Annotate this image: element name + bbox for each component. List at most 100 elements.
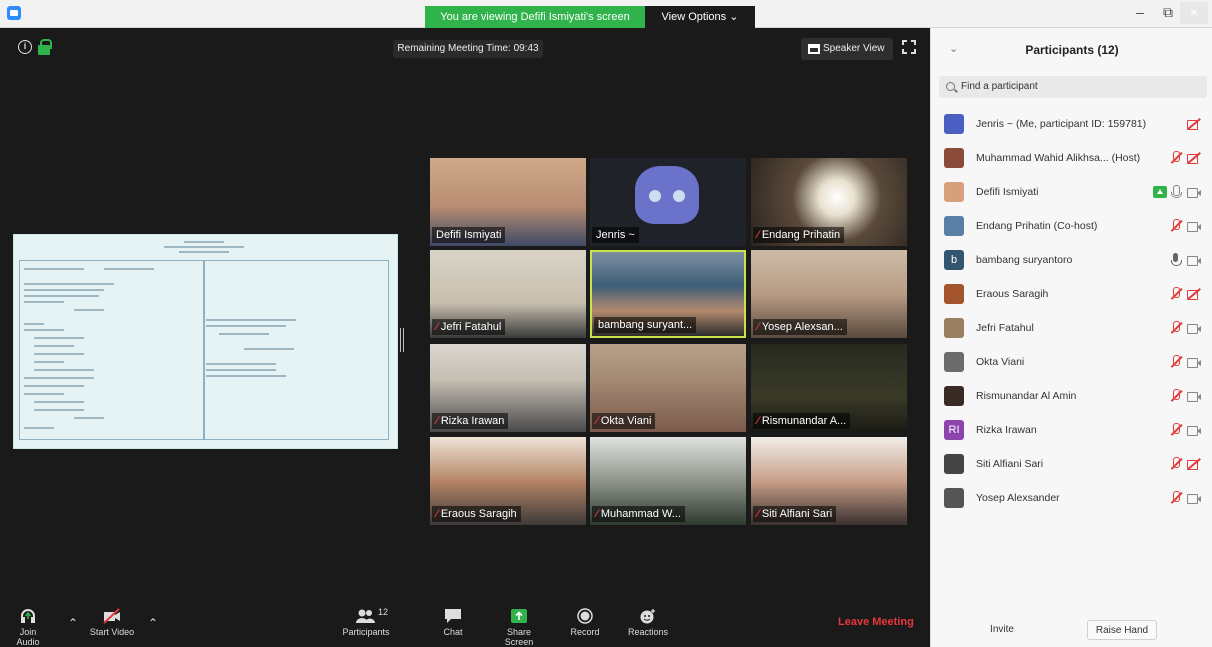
split-divider-handle[interactable] [400,328,404,352]
shared-screen[interactable] [13,234,398,449]
reactions-button[interactable]: Reactions [626,608,670,637]
record-icon [577,608,593,624]
participant-name: Jenris ~ (Me, participant ID: 159781) [976,118,1147,130]
participant-row[interactable]: Jenris ~ (Me, participant ID: 159781) [931,108,1212,142]
meeting-toolbar: Join Audio ⌃ Start Video ⌃ Participants … [0,606,930,647]
fullscreen-icon[interactable] [902,40,916,54]
video-tile[interactable]: Defifi Ismiyati [430,158,586,246]
tile-name-text: Yosep Alexsan... [761,321,843,333]
tile-name-text: Defifi Ismiyati [436,229,502,241]
participants-button[interactable]: Participants 12 [336,607,396,637]
tile-name-text: Jefri Fatahul [440,321,502,333]
minimize-button[interactable]: – [1126,2,1154,24]
meeting-top-bar: i Remaining Meeting Time: 09:43 Speaker … [0,28,930,68]
participants-icon [356,609,375,623]
video-icon [1187,322,1201,334]
tile-name-text: bambang suryant... [598,319,693,331]
participant-name: Defifi Ismiyati [976,186,1039,198]
meeting-area: i Remaining Meeting Time: 09:43 Speaker … [0,28,930,647]
participant-status-icons [1139,457,1201,473]
shared-document [13,234,398,449]
participant-row[interactable]: Muhammad Wahid Alikhsa... (Host) [931,142,1212,176]
video-tile[interactable]: ⁄ Yosep Alexsan... [751,250,907,338]
participant-row[interactable]: Rismunandar Al Amin [931,380,1212,414]
screen-share-banner: You are viewing Defifi Ismiyati's screen [425,6,645,28]
tile-name-text: Rismunandar A... [761,415,847,427]
info-icon[interactable]: i [18,40,32,54]
speaker-view-icon [808,44,820,54]
share-screen-label: Share Screen [504,627,534,647]
video-off-icon [1187,288,1201,300]
share-screen-icon [511,609,527,623]
speaker-view-label: Speaker View [823,43,885,54]
restore-button[interactable]: ⧉ [1154,2,1182,24]
tile-name-text: Muhammad W... [600,508,681,520]
join-audio-label: Join Audio [16,627,40,647]
video-tile[interactable]: ⁄ Rismunandar A... [751,344,907,432]
record-button[interactable]: Record [570,608,600,637]
video-tile[interactable]: ⁄ Siti Alfiani Sari [751,437,907,525]
chat-label: Chat [443,627,463,637]
participant-row[interactable]: Endang Prihatin (Co-host) [931,210,1212,244]
mic-muted-icon [1169,457,1183,471]
mic-muted-icon [1169,389,1183,403]
panel-footer: Invite Raise Hand [931,613,1212,647]
participant-row[interactable]: RI Rizka Irawan [931,414,1212,448]
join-audio-button[interactable]: Join Audio [10,608,46,647]
tile-name-label: Jenris ~ [592,227,639,243]
participant-status-icons [1139,491,1201,507]
participant-row[interactable]: Eraous Saragih [931,278,1212,312]
raise-hand-button[interactable]: Raise Hand [1087,620,1157,640]
tile-name-label: ⁄ Siti Alfiani Sari [753,506,837,522]
participant-name: Endang Prihatin (Co-host) [976,220,1098,232]
participant-row[interactable]: b bambang suryantoro [931,244,1212,278]
video-tile[interactable]: ⁄ Endang Prihatin [751,158,907,246]
mic-icon [1169,185,1183,199]
tile-name-label: bambang suryant... [594,317,697,333]
participant-avatar [944,216,964,236]
participant-name: Okta Viani [976,356,1025,368]
participant-status-icons [1139,321,1201,337]
participant-row[interactable]: Okta Viani [931,346,1212,380]
participant-row[interactable]: Siti Alfiani Sari [931,448,1212,482]
video-tile[interactable]: Jenris ~ [590,158,746,246]
video-tile[interactable]: ⁄ Eraous Saragih [430,437,586,525]
participant-avatar: b [944,250,964,270]
participant-status-icons [1139,389,1201,405]
title-bar: You are viewing Defifi Ismiyati's screen… [0,0,1212,28]
video-icon [1187,356,1201,368]
lock-icon[interactable] [38,39,52,55]
video-tile[interactable]: ⁄ Okta Viani [590,344,746,432]
video-tile[interactable]: ⁄ Rizka Irawan [430,344,586,432]
search-icon [946,82,955,91]
video-icon [1187,424,1201,436]
participant-avatar [944,182,964,202]
participant-avatar [944,114,964,134]
close-button[interactable]: × [1180,2,1208,24]
audio-options-chevron[interactable]: ⌃ [66,616,80,630]
share-screen-button[interactable]: Share Screen [492,608,546,647]
chat-icon [445,609,461,623]
view-options-button[interactable]: View Options ⌄ [645,6,755,28]
participant-search-input[interactable]: Find a participant [939,76,1207,98]
leave-meeting-button[interactable]: Leave Meeting [838,616,914,628]
start-video-button[interactable]: Start Video [84,608,140,637]
tile-name-label: Defifi Ismiyati [432,227,506,243]
chat-button[interactable]: Chat [440,608,466,637]
video-icon [1187,390,1201,402]
invite-button[interactable]: Invite [979,620,1025,640]
video-off-icon [1187,152,1201,164]
video-tile[interactable]: ⁄ Jefri Fatahul [430,250,586,338]
tile-name-text: Jenris ~ [596,229,635,241]
video-options-chevron[interactable]: ⌃ [146,616,160,630]
participant-row[interactable]: Defifi Ismiyati [931,176,1212,210]
mic-muted-icon: ⁄ [757,415,759,427]
tile-name-label: ⁄ Okta Viani [592,413,656,429]
participant-row[interactable]: Yosep Alexsander [931,482,1212,516]
tile-name-label: ⁄ Rismunandar A... [753,413,851,429]
participant-row[interactable]: Jefri Fatahul [931,312,1212,346]
panel-title: Participants (12) [1025,43,1119,57]
video-tile[interactable]: ⁄ Muhammad W... [590,437,746,525]
video-tile[interactable]: bambang suryant... [590,250,746,338]
speaker-view-button[interactable]: Speaker View [801,38,893,60]
